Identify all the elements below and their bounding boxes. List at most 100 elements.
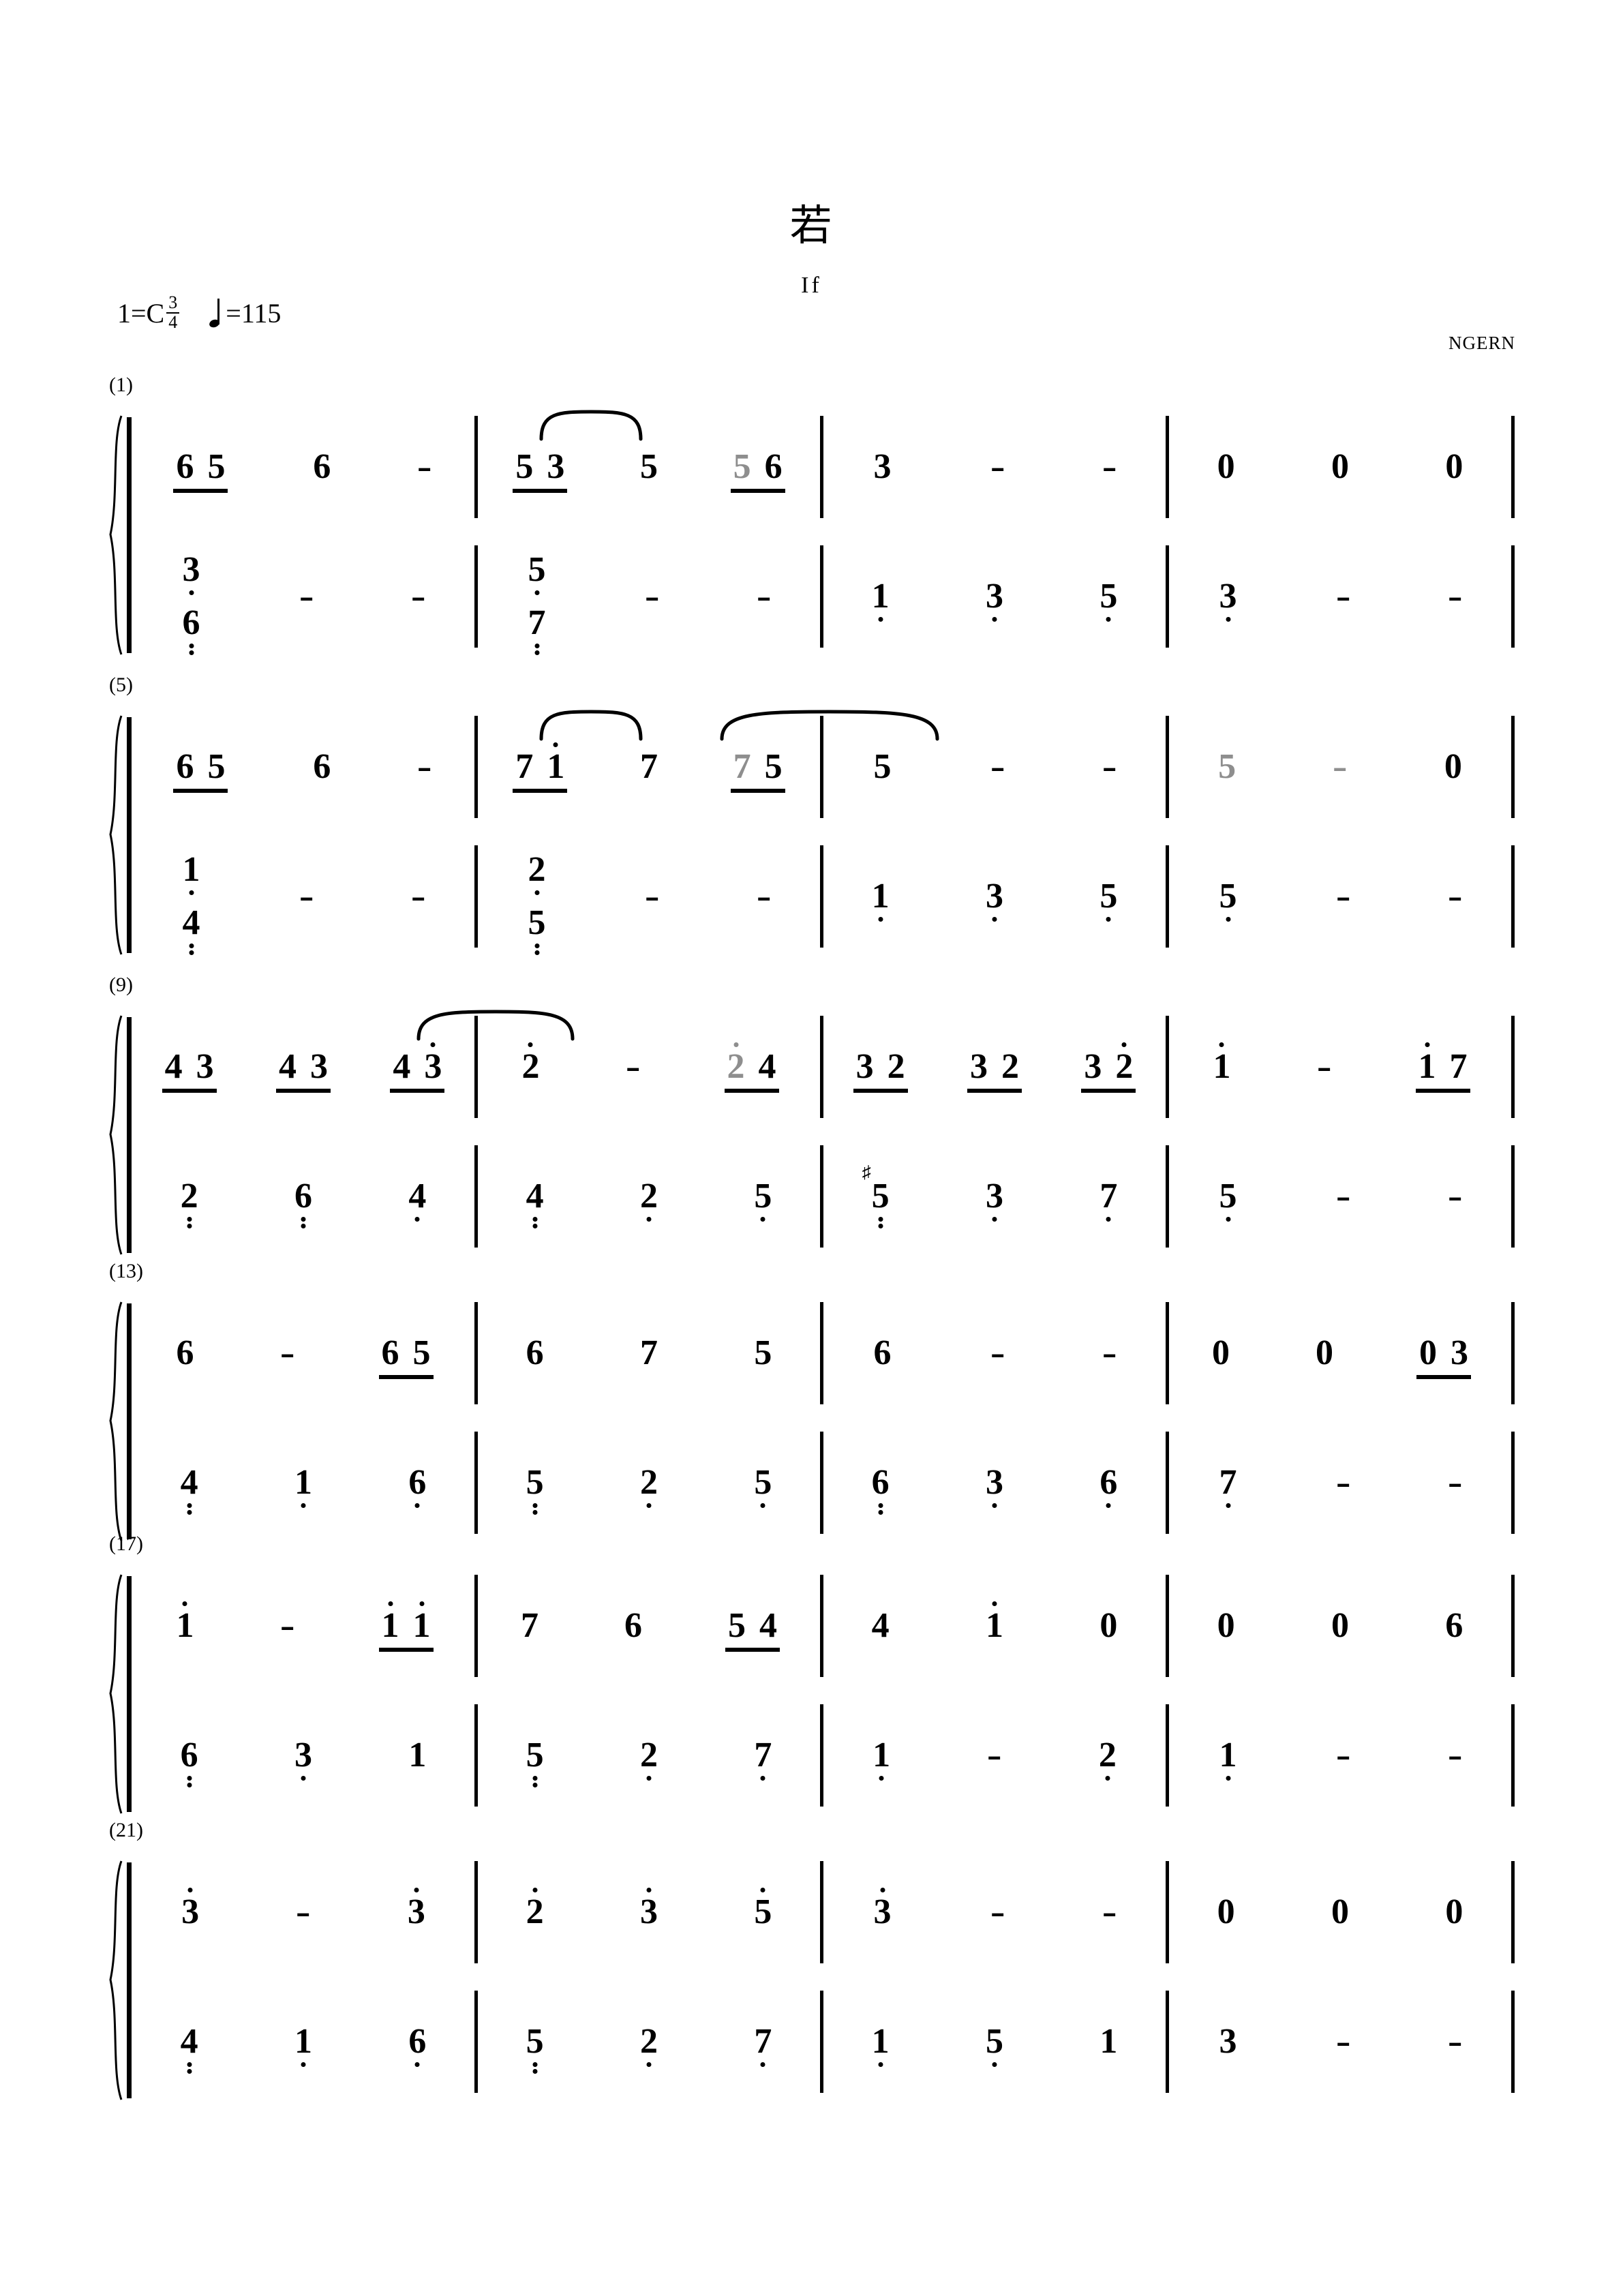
octave-dot-low: [414, 1503, 420, 1508]
note-cell: 5: [640, 416, 658, 518]
measure: 1 5 1: [823, 1991, 1169, 2093]
rest-note: 0: [1331, 1575, 1349, 1677]
duration-dash: -: [411, 845, 426, 948]
note-number: 1: [176, 1601, 194, 1644]
dash-glyph: -: [1317, 1047, 1332, 1086]
dash-glyph: -: [990, 447, 1005, 486]
note-number: 6: [873, 1333, 892, 1372]
octave-dot-low: [189, 590, 194, 595]
treble-staff: 4343432-243232321-17: [132, 1016, 1515, 1125]
note-number: 5: [733, 447, 751, 486]
note-number: 7: [521, 1606, 539, 1645]
note-cell: 4: [408, 1145, 426, 1248]
note-number: 3: [855, 1047, 874, 1086]
note-cell: 1: [294, 1991, 312, 2093]
grand-staff-brace: [104, 714, 124, 956]
note-number: 0: [1217, 1892, 1235, 1931]
dash-glyph: -: [1335, 2022, 1351, 2061]
note-cell: 5: [526, 1704, 544, 1807]
note-number: 6: [176, 1333, 194, 1372]
measure: 5 - -: [823, 716, 1169, 818]
duration-dash: -: [417, 716, 432, 818]
octave-dot-low: [1226, 917, 1231, 922]
octave-dot-low: [1226, 1217, 1231, 1222]
dash-glyph: -: [1333, 747, 1348, 786]
note-cell: 3: [986, 845, 1003, 948]
note-number: 5: [639, 447, 658, 486]
duration-dash: -: [1335, 1991, 1351, 2093]
note-cell: 4: [872, 1575, 890, 1677]
rest-note: 0: [1212, 1302, 1230, 1404]
octave-dot-low: [646, 1503, 652, 1508]
measure: 2 3 5: [478, 1861, 823, 1963]
note-cell: 7: [754, 1704, 772, 1807]
note-number: 0: [1445, 1892, 1463, 1931]
octave-dot-low: [1105, 1776, 1110, 1781]
chord-stack: 36: [183, 545, 200, 655]
note-number: 2: [1099, 1738, 1117, 1781]
duration-dash: -: [1335, 1704, 1350, 1807]
measure: 4 1 0: [823, 1575, 1169, 1677]
measure: 65 6-: [132, 716, 478, 818]
note-number: 5: [207, 447, 226, 486]
beamed-note-group: 43: [162, 1016, 217, 1118]
duration-dash: -: [1335, 1432, 1350, 1534]
note-cell: 1: [1099, 1991, 1117, 2093]
note-number: 0: [1444, 747, 1462, 786]
dash-glyph: -: [1102, 1892, 1117, 1931]
note-number: 3: [181, 1888, 199, 1930]
note-number: 0: [1331, 1892, 1349, 1931]
duration-dash: -: [1448, 1991, 1463, 2093]
note-number: 1: [873, 1738, 890, 1781]
octave-dot-low: [992, 2062, 997, 2067]
note-cell: 2: [181, 1145, 198, 1248]
bass-staff: 4 1 6 5 2 7 1 5 1 3 - -: [132, 1991, 1515, 2100]
duration-dash: -: [417, 416, 432, 518]
octave-dot-high: [880, 1888, 885, 1892]
note-number: 6: [872, 1465, 890, 1515]
note-number: 7: [754, 2024, 772, 2067]
rest-note: 0: [1217, 416, 1235, 518]
note-number: 1: [183, 852, 200, 895]
dash-glyph: -: [280, 1606, 295, 1645]
note-number: 5: [986, 2024, 1003, 2067]
note-cell: 7: [640, 716, 658, 818]
note-number: 2: [521, 1042, 539, 1085]
duration-dash: -: [1448, 545, 1463, 648]
beamed-note-group: 56: [730, 416, 785, 518]
measure: 1 - -: [1169, 1704, 1515, 1807]
chord: 36: [183, 552, 200, 655]
rest-note: 0: [1445, 1861, 1463, 1963]
measure-number-label: (9): [109, 973, 133, 996]
octave-dot-low: [760, 1217, 765, 1222]
note-number: 3: [1219, 2022, 1237, 2061]
octave-dot-low: [992, 917, 997, 922]
note-number: 1: [1213, 1042, 1230, 1085]
note-number: 6: [183, 605, 200, 655]
note-number: 5: [515, 447, 534, 486]
measure-number-label: (5): [109, 674, 133, 696]
dash-glyph: -: [1447, 1177, 1463, 1215]
key-label: 1=C: [117, 298, 165, 329]
measure: 6 3 1: [132, 1704, 478, 1807]
note-number: 2: [727, 1042, 745, 1085]
note-cell: 2: [1099, 1704, 1117, 1807]
duration-dash: -: [644, 845, 659, 948]
beam-bar: 65: [173, 749, 228, 793]
grand-staff-brace: [104, 1014, 124, 1256]
dash-glyph: -: [410, 577, 426, 616]
octave-dot-low: [301, 2062, 306, 2067]
duration-dash: -: [1335, 1145, 1350, 1248]
note-cell: 6: [313, 716, 331, 818]
note-cell: 6: [872, 1432, 890, 1534]
octave-dot-low: [992, 617, 997, 622]
note-number: 0: [1099, 1606, 1118, 1645]
note-number: 7: [639, 747, 658, 786]
note-number: 1: [986, 1601, 1003, 1644]
rest-note: 0: [1445, 416, 1463, 518]
beam-bar: 32: [1081, 1042, 1136, 1093]
bass-staff: 2 6 4 4 2 5 5 ♯ 3 7 5 - -: [132, 1145, 1515, 1254]
note-number: 7: [1099, 1179, 1117, 1222]
note-number: 7: [733, 747, 751, 786]
octave-dot-high: [1121, 1042, 1127, 1047]
